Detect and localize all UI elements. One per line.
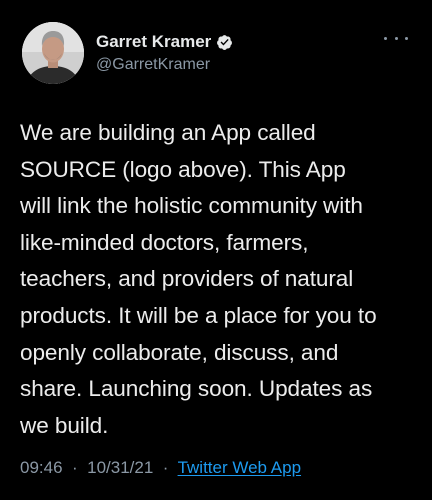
tweet-meta: 09:46 · 10/31/21 · Twitter Web App — [20, 458, 301, 478]
tweet-text-line: share. Launching soon. Updates as — [20, 376, 373, 402]
author-display-name[interactable]: Garret Kramer — [96, 32, 211, 52]
avatar-image — [22, 22, 84, 84]
avatar[interactable] — [22, 22, 84, 84]
tweet-text: We are building an App called SOURCE (lo… — [20, 115, 418, 444]
more-dot — [405, 36, 408, 40]
more-options-icon[interactable] — [384, 30, 408, 46]
meta-separator: · — [158, 458, 174, 477]
tweet-text-line: will link the holistic community with — [20, 193, 363, 219]
tweet-source-link[interactable]: Twitter Web App — [178, 458, 301, 477]
tweet-text-line: products. It will be a place for you to — [20, 302, 377, 328]
tweet-text-line: teachers, and providers of natural — [20, 266, 354, 292]
tweet-text-line: We are building an App called — [20, 120, 316, 145]
tweet-text-line: openly collaborate, discuss, and — [20, 339, 339, 365]
tweet-text-line: SOURCE (logo above). This App — [20, 156, 346, 182]
tweet-time[interactable]: 09:46 — [20, 458, 63, 477]
more-dot — [384, 36, 387, 40]
author-handle[interactable]: @GarretKramer — [96, 56, 210, 74]
author-name-row[interactable]: Garret Kramer — [96, 32, 233, 52]
tweet-card: Garret Kramer @GarretKramer We are build… — [0, 0, 432, 500]
meta-separator: · — [67, 458, 83, 477]
more-dot — [394, 36, 398, 40]
verified-badge-icon — [217, 34, 233, 50]
tweet-text-line: we build. — [20, 412, 109, 438]
tweet-date[interactable]: 10/31/21 — [87, 458, 153, 477]
tweet-text-line: like-minded doctors, farmers, — [20, 229, 309, 255]
